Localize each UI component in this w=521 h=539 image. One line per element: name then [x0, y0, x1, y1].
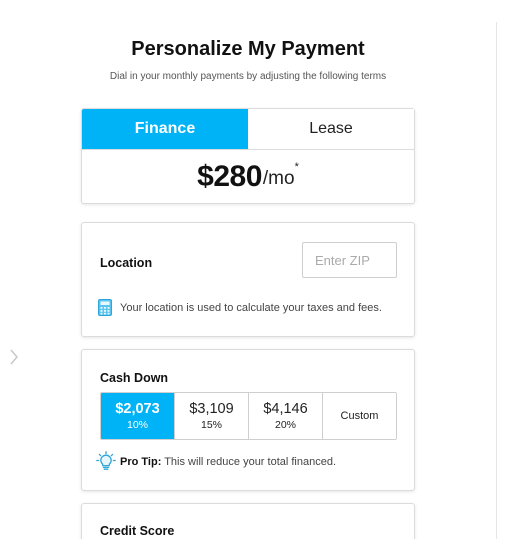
cash-down-option-15[interactable]: $3,109 15%	[175, 393, 249, 439]
custom-label: Custom	[340, 410, 379, 422]
option-percent: 20%	[274, 418, 296, 431]
credit-score-label: Credit Score	[100, 524, 175, 538]
tab-lease[interactable]: Lease	[248, 109, 414, 149]
pro-tip: Pro Tip: This will reduce your total fin…	[120, 456, 336, 468]
payment-type-tabs: Finance Lease	[82, 109, 414, 150]
option-amount: $3,109	[189, 400, 234, 417]
lightbulb-icon	[96, 451, 116, 470]
page-title: Personalize My Payment	[131, 38, 365, 60]
cash-down-option-10[interactable]: $2,073 10%	[101, 393, 175, 439]
calculator-icon	[98, 299, 112, 316]
option-percent: 10%	[126, 418, 148, 431]
payment-asterisk: *	[294, 161, 299, 173]
payment-card: Finance Lease $280 /mo *	[81, 108, 415, 204]
cash-down-option-custom[interactable]: Custom	[323, 393, 396, 439]
page-subtitle: Dial in your monthly payments by adjusti…	[109, 71, 387, 82]
option-amount: $2,073	[115, 400, 160, 417]
pro-tip-label: Pro Tip:	[120, 456, 162, 468]
location-label: Location	[100, 256, 153, 270]
payment-page: Personalize My Payment Dial in your mont…	[0, 0, 521, 539]
zip-input[interactable]	[302, 242, 397, 278]
payment-period: /mo	[262, 168, 295, 189]
cash-down-option-20[interactable]: $4,146 20%	[249, 393, 323, 439]
pro-tip-text: This will reduce your total financed.	[161, 456, 337, 468]
location-card: Location Your location is used to calcul…	[81, 222, 415, 337]
option-percent: 15%	[200, 418, 222, 431]
location-note: Your location is used to calculate your …	[120, 302, 382, 314]
cash-down-options: $2,073 10% $3,109 15% $4,146 20% Custom	[100, 392, 397, 440]
monthly-payment: $280 /mo *	[82, 150, 414, 204]
option-amount: $4,146	[263, 400, 308, 417]
tab-finance[interactable]: Finance	[82, 109, 248, 149]
payment-amount: $280	[197, 160, 262, 193]
cash-down-card: Cash Down $2,073 10% $3,109 15% $4,146 2…	[81, 349, 415, 491]
panel-divider	[496, 22, 497, 539]
cash-down-label: Cash Down	[100, 371, 169, 385]
credit-score-card: Credit Score	[81, 503, 415, 539]
chevron-left-icon[interactable]	[8, 348, 20, 366]
